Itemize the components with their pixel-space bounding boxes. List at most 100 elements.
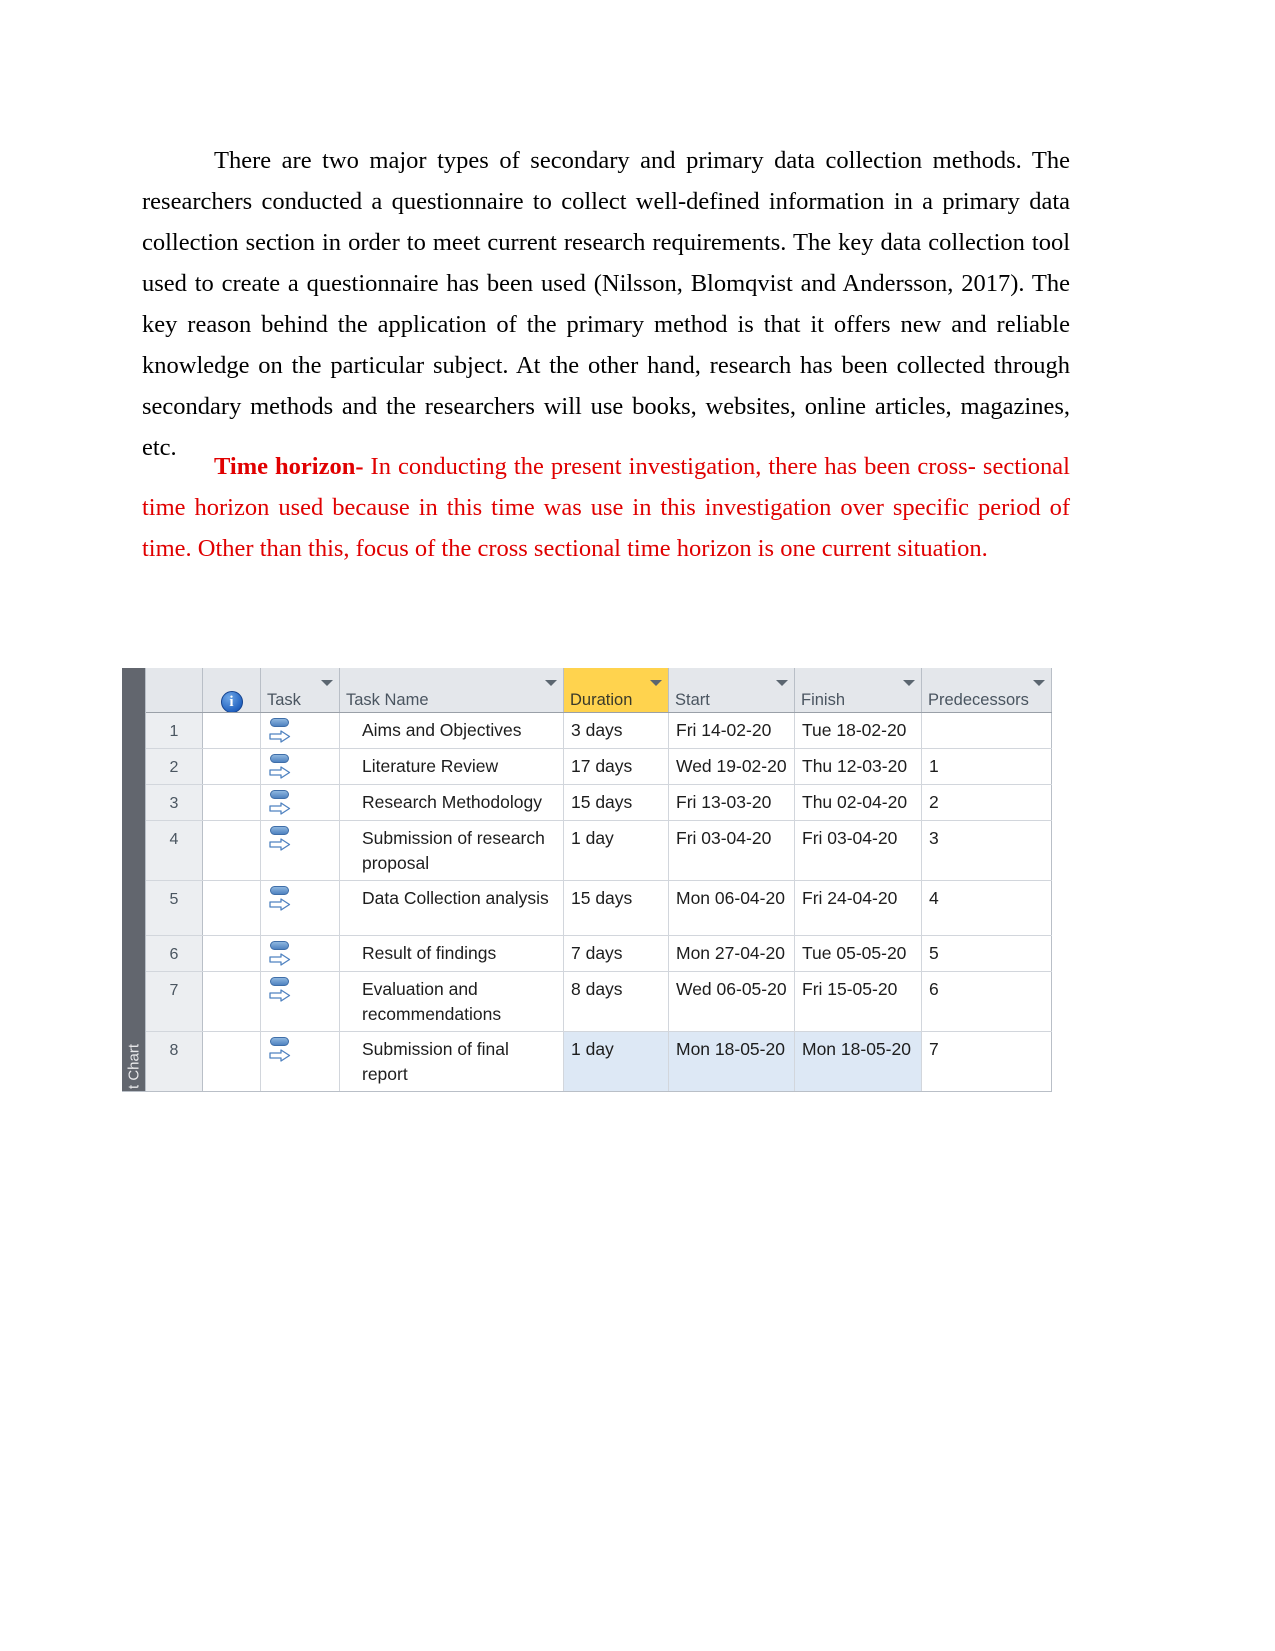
header-indicators-column[interactable]: i xyxy=(203,668,261,712)
header-finish[interactable]: Finish xyxy=(795,668,922,712)
row-task-name-cell[interactable]: Result of findings xyxy=(340,936,564,971)
row-indicator-cell[interactable] xyxy=(203,749,261,784)
chevron-down-icon[interactable] xyxy=(545,680,557,686)
row-finish-cell[interactable]: Tue 18-02-20 xyxy=(795,713,922,748)
row-duration-cell[interactable]: 17 days xyxy=(564,749,669,784)
row-start-cell[interactable]: Wed 06-05-20 xyxy=(669,972,795,1031)
chevron-down-icon[interactable] xyxy=(776,680,788,686)
row-start-cell[interactable]: Fri 14-02-20 xyxy=(669,713,795,748)
row-predecessors-cell[interactable]: 3 xyxy=(922,821,1052,880)
table-row[interactable]: 1 Aims and Objectives 3 days Fri 14-02-20 Tu… xyxy=(146,713,1052,749)
row-task-name-cell[interactable]: Data Collection analysis xyxy=(340,881,564,935)
task-mode-pill xyxy=(270,754,289,763)
header-predecessors[interactable]: Predecessors xyxy=(922,668,1052,712)
row-task-name-cell[interactable]: Submission of research proposal xyxy=(340,821,564,880)
chevron-down-icon[interactable] xyxy=(321,680,333,686)
row-number-cell[interactable]: 4 xyxy=(146,821,203,880)
row-duration-cell[interactable]: 1 day xyxy=(564,1032,669,1091)
row-indicator-cell[interactable] xyxy=(203,785,261,820)
row-number-cell[interactable]: 5 xyxy=(146,881,203,935)
row-task-mode-cell[interactable] xyxy=(261,936,340,971)
row-finish-cell[interactable]: Fri 03-04-20 xyxy=(795,821,922,880)
row-task-name-cell[interactable]: Aims and Objectives xyxy=(340,713,564,748)
table-row[interactable]: 2 Literature Review 17 days Wed 19-02-20 Thu… xyxy=(146,749,1052,785)
row-task-mode-cell[interactable] xyxy=(261,821,340,880)
row-task-mode-cell[interactable] xyxy=(261,972,340,1031)
gantt-chart-table[interactable]: t Chart i Task Mode Task Name Duration xyxy=(122,668,1052,1092)
row-start-cell[interactable]: Mon 18-05-20 xyxy=(669,1032,795,1091)
row-number-cell[interactable]: 3 xyxy=(146,785,203,820)
row-number-cell[interactable]: 8 xyxy=(146,1032,203,1091)
row-task-mode-cell[interactable] xyxy=(261,749,340,784)
row-task-name-cell[interactable]: Submission of final report xyxy=(340,1032,564,1091)
gantt-body[interactable]: 1 Aims and Objectives 3 days Fri 14-02-20 Tu… xyxy=(146,713,1052,1091)
row-duration-cell[interactable]: 8 days xyxy=(564,972,669,1031)
row-indicator-cell[interactable] xyxy=(203,1032,261,1091)
row-number-cell[interactable]: 7 xyxy=(146,972,203,1031)
table-row[interactable]: 7 Evaluation and recommendations 8 days Wed… xyxy=(146,972,1052,1032)
row-task-name-cell[interactable]: Evaluation and recommendations xyxy=(340,972,564,1031)
row-start-cell[interactable]: Fri 03-04-20 xyxy=(669,821,795,880)
row-predecessors-cell[interactable]: 7 xyxy=(922,1032,1052,1091)
chevron-down-icon[interactable] xyxy=(650,680,662,686)
header-duration[interactable]: Duration xyxy=(564,668,669,712)
row-number-cell[interactable]: 1 xyxy=(146,713,203,748)
row-finish-cell[interactable]: Thu 02-04-20 xyxy=(795,785,922,820)
row-indicator-cell[interactable] xyxy=(203,972,261,1031)
row-predecessors-cell[interactable]: 5 xyxy=(922,936,1052,971)
table-row[interactable]: 5 Data Collection analysis 15 days Mon 06-0… xyxy=(146,881,1052,936)
task-mode-pill xyxy=(270,790,289,799)
paragraph-data-collection: There are two major types of secondary a… xyxy=(142,147,1070,461)
table-row[interactable]: 8 Submission of final report 1 day Mon 18-0… xyxy=(146,1032,1052,1091)
arrow-glyph xyxy=(269,838,291,851)
table-row[interactable]: 6 Result of findings 7 days Mon 27-04-20 Tue… xyxy=(146,936,1052,972)
time-horizon-label: Time horizon- xyxy=(214,453,364,480)
row-finish-cell[interactable]: Fri 24-04-20 xyxy=(795,881,922,935)
header-task-name[interactable]: Task Name xyxy=(340,668,564,712)
row-duration-cell[interactable]: 15 days xyxy=(564,785,669,820)
table-row[interactable]: 4 Submission of research proposal 1 day Fri… xyxy=(146,821,1052,881)
row-finish-cell[interactable]: Fri 15-05-20 xyxy=(795,972,922,1031)
row-finish-cell[interactable]: Thu 12-03-20 xyxy=(795,749,922,784)
row-task-mode-cell[interactable] xyxy=(261,881,340,935)
view-strip[interactable]: t Chart xyxy=(122,668,145,1091)
row-task-name-cell[interactable]: Literature Review xyxy=(340,749,564,784)
task-mode-pill xyxy=(270,941,289,950)
row-number-cell[interactable]: 6 xyxy=(146,936,203,971)
row-indicator-cell[interactable] xyxy=(203,821,261,880)
table-row[interactable]: 3 Research Methodology 15 days Fri 13-03-20… xyxy=(146,785,1052,821)
chevron-down-icon[interactable] xyxy=(903,680,915,686)
row-indicator-cell[interactable] xyxy=(203,936,261,971)
row-finish-cell[interactable]: Mon 18-05-20 xyxy=(795,1032,922,1091)
header-row-number xyxy=(146,668,203,712)
gantt-grid[interactable]: i Task Mode Task Name Duration Start xyxy=(145,668,1052,1091)
row-indicator-cell[interactable] xyxy=(203,881,261,935)
arrow-glyph xyxy=(269,730,291,743)
row-predecessors-cell[interactable]: 6 xyxy=(922,972,1052,1031)
row-duration-cell[interactable]: 3 days xyxy=(564,713,669,748)
header-task-mode[interactable]: Task Mode xyxy=(261,668,340,712)
chevron-down-icon[interactable] xyxy=(1033,680,1045,686)
row-start-cell[interactable]: Mon 27-04-20 xyxy=(669,936,795,971)
row-task-mode-cell[interactable] xyxy=(261,1032,340,1091)
row-task-name-cell[interactable]: Research Methodology xyxy=(340,785,564,820)
row-start-cell[interactable]: Wed 19-02-20 xyxy=(669,749,795,784)
row-predecessors-cell[interactable] xyxy=(922,713,1052,748)
row-task-mode-cell[interactable] xyxy=(261,785,340,820)
row-number-cell[interactable]: 2 xyxy=(146,749,203,784)
row-start-cell[interactable]: Fri 13-03-20 xyxy=(669,785,795,820)
document-page: There are two major types of secondary a… xyxy=(0,0,1275,1651)
row-start-cell[interactable]: Mon 06-04-20 xyxy=(669,881,795,935)
row-duration-cell[interactable]: 7 days xyxy=(564,936,669,971)
header-task-mode-label: Task Mode xyxy=(267,691,308,712)
row-duration-cell[interactable]: 1 day xyxy=(564,821,669,880)
row-predecessors-cell[interactable]: 4 xyxy=(922,881,1052,935)
row-indicator-cell[interactable] xyxy=(203,713,261,748)
row-predecessors-cell[interactable]: 1 xyxy=(922,749,1052,784)
row-finish-cell[interactable]: Tue 05-05-20 xyxy=(795,936,922,971)
header-start[interactable]: Start xyxy=(669,668,795,712)
row-predecessors-cell[interactable]: 2 xyxy=(922,785,1052,820)
row-task-mode-cell[interactable] xyxy=(261,713,340,748)
row-duration-cell[interactable]: 15 days xyxy=(564,881,669,935)
header-start-label: Start xyxy=(675,691,710,709)
